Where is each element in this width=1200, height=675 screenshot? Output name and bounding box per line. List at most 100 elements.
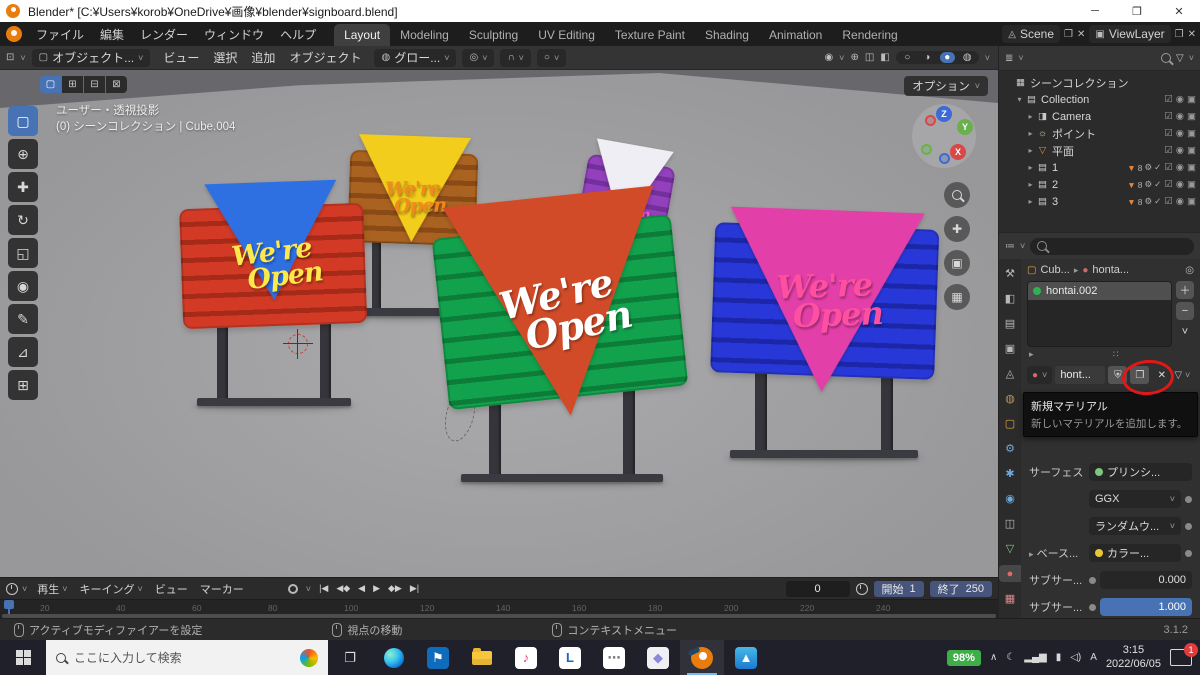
tab-view-layer[interactable]: ▣	[999, 340, 1021, 357]
tab-particles[interactable]: ✱	[999, 465, 1021, 482]
ggx-dropdown[interactable]: GGX ˅	[1089, 490, 1181, 508]
outliner-disable-render-toggle[interactable]: ▣	[1187, 128, 1196, 139]
axis-z-handle[interactable]: Z	[936, 106, 952, 122]
new-material-button[interactable]: ❐	[1130, 366, 1150, 384]
outliner-checkbox-toggle[interactable]: ☑	[1164, 128, 1173, 139]
outliner-hide-viewport-toggle[interactable]: ◉	[1176, 196, 1184, 207]
music-icon[interactable]: ♪	[504, 640, 548, 675]
subsurface-radius-field-1[interactable]: 1.000	[1100, 598, 1192, 616]
tab-scene[interactable]: ◬	[999, 365, 1021, 382]
zoom-button[interactable]	[944, 182, 970, 208]
pan-button[interactable]: ✚	[944, 216, 970, 242]
ortho-toggle-button[interactable]: ▦	[944, 284, 970, 310]
battery-icon[interactable]: ▮	[1056, 652, 1062, 663]
workspace-tab-texture-paint[interactable]: Texture Paint	[605, 24, 695, 46]
xray-toggle-icon[interactable]: ◧	[880, 52, 889, 63]
viewlayer-unlink-icon[interactable]: ✕	[1188, 29, 1196, 40]
close-button[interactable]: ✕	[1158, 0, 1200, 22]
maximize-button[interactable]: ❐	[1116, 0, 1158, 22]
tool-select-box[interactable]: ▢	[8, 106, 38, 136]
workspace-tab-modeling[interactable]: Modeling	[390, 24, 459, 46]
play-reverse-button[interactable]: ◀	[358, 583, 365, 594]
outliner-row-Collection[interactable]: ▾ ▤ Collection ☑ ◉ ▣	[999, 91, 1200, 108]
outliner-disable-render-toggle[interactable]: ▣	[1187, 162, 1196, 173]
timeline-editor-icon[interactable]	[6, 582, 18, 595]
next-keyframe-button[interactable]: ◆▶	[388, 583, 402, 594]
signboard-blue[interactable]: We're Open	[710, 206, 940, 466]
taskbar-clock[interactable]: 3:15 2022/06/05	[1106, 644, 1161, 672]
material-slot-list[interactable]: hontai.002	[1027, 281, 1172, 347]
outliner-disable-render-toggle[interactable]: ▣	[1187, 179, 1196, 190]
tab-tool[interactable]: ⚒	[999, 265, 1021, 282]
scene-unlink-icon[interactable]: ✕	[1077, 29, 1085, 40]
material-slot-active[interactable]: hontai.002	[1028, 282, 1171, 300]
scene-selector[interactable]: ◬ Scene	[1002, 25, 1061, 43]
tool-add-cube[interactable]: ⊞	[8, 370, 38, 400]
timeline-menu-再生[interactable]: 再生 ˅	[31, 581, 73, 597]
tool-move[interactable]: ✚	[8, 172, 38, 202]
play-button[interactable]: ▶	[373, 583, 380, 594]
tab-material[interactable]: ●	[999, 565, 1021, 582]
disclosure-icon[interactable]: ▾	[1014, 95, 1025, 104]
outliner-checkbox-toggle[interactable]: ☑	[1164, 94, 1173, 105]
outliner-checkbox-toggle[interactable]: ☑	[1164, 179, 1173, 190]
outliner-row-ポイント[interactable]: ▸ ☼ ポイント ☑ ◉ ▣	[999, 125, 1200, 142]
timeline-menu-キーイング[interactable]: キーイング ˅	[74, 581, 149, 597]
tool-cursor[interactable]: ⊕	[8, 139, 38, 169]
current-frame-field[interactable]: 0	[785, 580, 850, 597]
slot-expand-icon[interactable]: ▸	[1029, 349, 1034, 360]
explorer-icon[interactable]	[460, 640, 504, 675]
properties-search-input[interactable]	[1030, 237, 1194, 255]
outliner-editor-icon[interactable]: ≣	[1005, 53, 1013, 64]
chat-app-icon[interactable]: ⋯	[592, 640, 636, 675]
moon-icon[interactable]: ☾	[1006, 652, 1015, 663]
menu-ウィンドウ[interactable]: ウィンドウ	[196, 23, 272, 46]
slot-specials-menu[interactable]: ˅	[1176, 323, 1194, 341]
navigation-gizmo[interactable]: Z Y X	[912, 104, 976, 168]
prev-keyframe-button[interactable]: ◀◆	[336, 583, 350, 594]
start-button[interactable]	[0, 640, 46, 675]
axis-neg-z-handle[interactable]	[939, 153, 950, 164]
axis-neg-x-handle[interactable]	[925, 115, 936, 126]
outliner-disable-render-toggle[interactable]: ▣	[1187, 145, 1196, 156]
outliner-hide-viewport-toggle[interactable]: ◉	[1176, 145, 1184, 156]
ime-icon[interactable]: A	[1090, 652, 1097, 663]
outliner-filter-icon[interactable]: ▽	[1176, 53, 1184, 64]
search-highlights-icon[interactable]	[300, 648, 318, 667]
breadcrumb-object[interactable]: Cub...	[1040, 264, 1069, 276]
snap-dropdown[interactable]: ∩ ˅	[500, 48, 531, 67]
options-dropdown[interactable]: オプション ˅	[904, 76, 988, 96]
header-menu-ビュー[interactable]: ビュー	[156, 47, 206, 68]
menu-レンダー[interactable]: レンダー	[132, 23, 196, 46]
line-app-icon[interactable]: L	[548, 640, 592, 675]
axis-neg-y-handle[interactable]	[921, 144, 932, 155]
volume-icon[interactable]: ◁)	[1070, 652, 1081, 663]
disclosure-icon[interactable]: ▸	[1025, 197, 1036, 206]
tab-object[interactable]: ▢	[999, 415, 1021, 432]
task-view-button[interactable]: ❐	[328, 640, 372, 675]
outliner-disable-render-toggle[interactable]: ▣	[1187, 196, 1196, 207]
tab-world[interactable]: ◍	[999, 390, 1021, 407]
outliner-checkbox-toggle[interactable]: ☑	[1164, 111, 1173, 122]
tool-rotate[interactable]: ↻	[8, 205, 38, 235]
tool-scale[interactable]: ◱	[8, 238, 38, 268]
outliner-search-icon[interactable]	[1161, 53, 1172, 63]
mode-dropdown[interactable]: ▢ オブジェクト... ˅	[31, 48, 151, 67]
timeline-menu-マーカー[interactable]: マーカー	[194, 581, 250, 597]
axis-y-handle[interactable]: Y	[957, 119, 973, 135]
select-mode-1[interactable]: ⊞	[62, 76, 83, 93]
viewer-app-icon[interactable]: ◆	[636, 640, 680, 675]
signboard-green[interactable]: We're Open	[431, 185, 689, 490]
outliner-disable-render-toggle[interactable]: ▣	[1187, 94, 1196, 105]
outliner-row-1[interactable]: ▸ ▤ 1 ▼ 8 ⚙ ✓ ☑ ◉ ▣	[999, 159, 1200, 176]
material-filter-icon[interactable]: ▽	[1174, 370, 1182, 381]
tab-render[interactable]: ◧	[999, 290, 1021, 307]
tab-modifiers[interactable]: ⚙	[999, 440, 1021, 457]
surface-shader-button[interactable]: プリンシ...	[1089, 463, 1192, 481]
outliner-checkbox-toggle[interactable]: ☑	[1164, 145, 1173, 156]
camera-view-button[interactable]: ▣	[944, 250, 970, 276]
disclosure-icon[interactable]: ▸	[1025, 163, 1036, 172]
outliner-hide-viewport-toggle[interactable]: ◉	[1176, 94, 1184, 105]
battery-widget[interactable]: 98%	[946, 649, 981, 666]
scene-copy-icon[interactable]: ❐	[1064, 29, 1073, 40]
